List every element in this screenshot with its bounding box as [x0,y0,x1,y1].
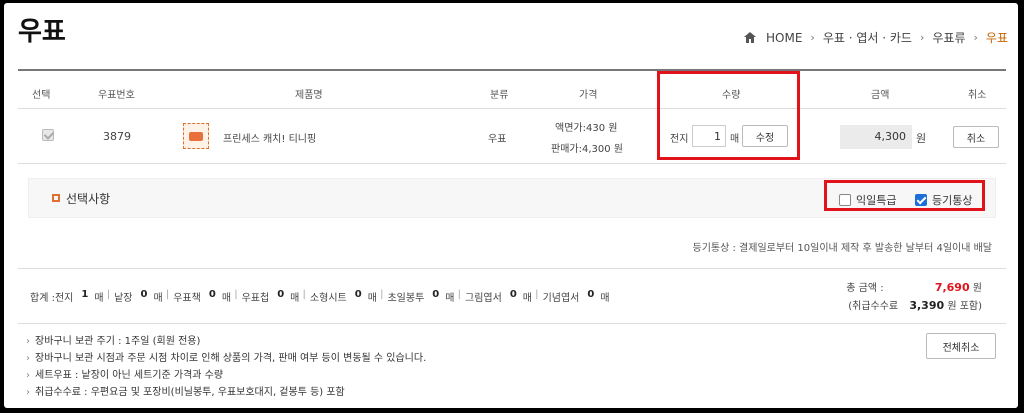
summary-item-unit: 매 [290,293,300,304]
summary-item-name: 낱장 [114,293,133,304]
summary-item-unit: 매 [94,293,104,304]
header-category: 분류 [490,90,509,101]
summary-item-name: 전지 [54,293,74,304]
summary-item-count: 0 [140,289,148,300]
row-amount-unit: 원 [916,132,927,145]
notice-list: 장바구니 보관 주기 : 1주일 (회원 전용) 장바구니 보관 시점과 주문 … [26,333,426,401]
chevron-right-icon: › [810,31,815,44]
total-line: 총 금액 : 7,690 원 [846,279,982,294]
summary-item-count: 0 [208,289,216,300]
page-title: 우표 [18,17,66,47]
summary-item-unit: 매 [221,293,232,304]
list-item: 세트우표 : 낱장이 아닌 세트기준 가격과 수량 [26,367,426,384]
title-divider [18,69,1006,71]
row-category: 우표 [488,134,507,145]
header-cancel: 취소 [968,90,987,101]
clear-all-button[interactable]: 전체취소 [926,333,996,359]
row-amount: 4,300 [840,125,912,149]
cart-panel: 우표 HOME › 우표 · 엽서 · 카드 › 우표류 › 우표 선택 우표번… [4,3,1018,408]
row-stamp-number: 3879 [103,130,131,143]
total-value: 7,690 [934,281,970,294]
summary-item-unit: 매 [522,293,532,304]
summary-item-name: 우표책 [173,293,201,304]
square-bullet-icon [52,194,60,202]
header-stamp-number: 우표번호 [98,90,135,101]
chevron-right-icon: › [919,31,925,44]
summary-item-count: 0 [277,289,285,300]
list-item: 취급수수료 : 우편요금 및 포장비(비닐봉투, 우표보호대지, 겉봉투 등) … [26,384,426,401]
breadcrumb-stamp-category[interactable]: 우표류 [932,29,965,46]
fee-value: 3,390 [909,299,945,312]
summary-counts: 합계 : 전지 1 매 | 낱장 0 매 | 우표책 0 매 | 우표첩 0 매… [30,289,610,304]
summary-item-count: 0 [354,289,362,300]
quantity-highlight-box [657,71,800,160]
total-unit: 원 [972,283,982,294]
summary-item-unit: 매 [445,293,455,304]
header-select: 선택 [32,90,51,101]
options-title: 선택사항 [66,192,111,206]
row-product-name[interactable]: 프린세스 캐치! 티니핑 [223,130,316,145]
row-face-value: 액면가:430 원 [555,123,618,134]
breadcrumb: HOME › 우표 · 엽서 · 카드 › 우표류 › 우표 [744,29,1008,46]
fee-label: (취급수수료 [848,301,899,312]
list-item: 장바구니 보관 시점과 주문 시점 차이로 인해 상품의 가격, 판매 여부 등… [26,350,426,367]
breadcrumb-current: 우표 [985,31,1008,45]
order-summary: 합계 : 전지 1 매 | 낱장 0 매 | 우표책 0 매 | 우표첩 0 매… [18,268,1006,324]
fee-unit: 원 포함) [947,301,982,312]
home-icon [744,32,757,43]
breadcrumb-home[interactable]: HOME [766,31,802,45]
summary-item-unit: 매 [367,293,377,304]
table-row: 3879 프린세스 캐치! 티니핑 우표 액면가:430 원 판매가:4,300… [18,109,1006,164]
row-sale-price: 판매가:4,300 원 [551,144,623,155]
registered-mail-note: 등기통상 : 결제일로부터 10일이내 제작 후 발송한 날부터 4일이내 배달 [692,243,992,254]
header-amount: 금액 [871,90,890,101]
fee-line: (취급수수료 3,390 원 포함) [848,297,982,312]
summary-item-name: 우표첩 [241,293,270,304]
cancel-item-button[interactable]: 취소 [953,126,999,148]
summary-item-count: 1 [81,289,89,300]
row-select-checkbox[interactable] [42,129,54,144]
summary-item-unit: 매 [153,293,163,304]
total-label: 총 금액 : [846,283,884,294]
summary-item-unit: 매 [600,293,610,304]
list-item: 장바구니 보관 주기 : 1주일 (회원 전용) [26,333,426,350]
summary-item-name: 그림엽서 [465,293,502,304]
header-product-name: 제품명 [295,90,323,101]
summary-item-name: 소형시트 [309,293,347,304]
summary-item-count: 0 [587,289,595,300]
summary-label: 합계 : [30,293,55,304]
chevron-right-icon: › [973,31,978,44]
breadcrumb-stamps-cards[interactable]: 우표 · 엽서 · 카드 [823,29,912,46]
summary-item-count: 0 [509,289,517,300]
header-price: 가격 [579,90,598,101]
options-highlight-box [824,180,985,211]
summary-item-name: 초일봉투 [387,293,425,304]
summary-item-count: 0 [432,289,440,300]
summary-item-name: 기념엽서 [542,293,580,304]
table-header: 선택 우표번호 제품명 분류 가격 수량 금액 취소 [18,75,1006,109]
stamp-thumbnail-icon[interactable] [183,123,209,149]
